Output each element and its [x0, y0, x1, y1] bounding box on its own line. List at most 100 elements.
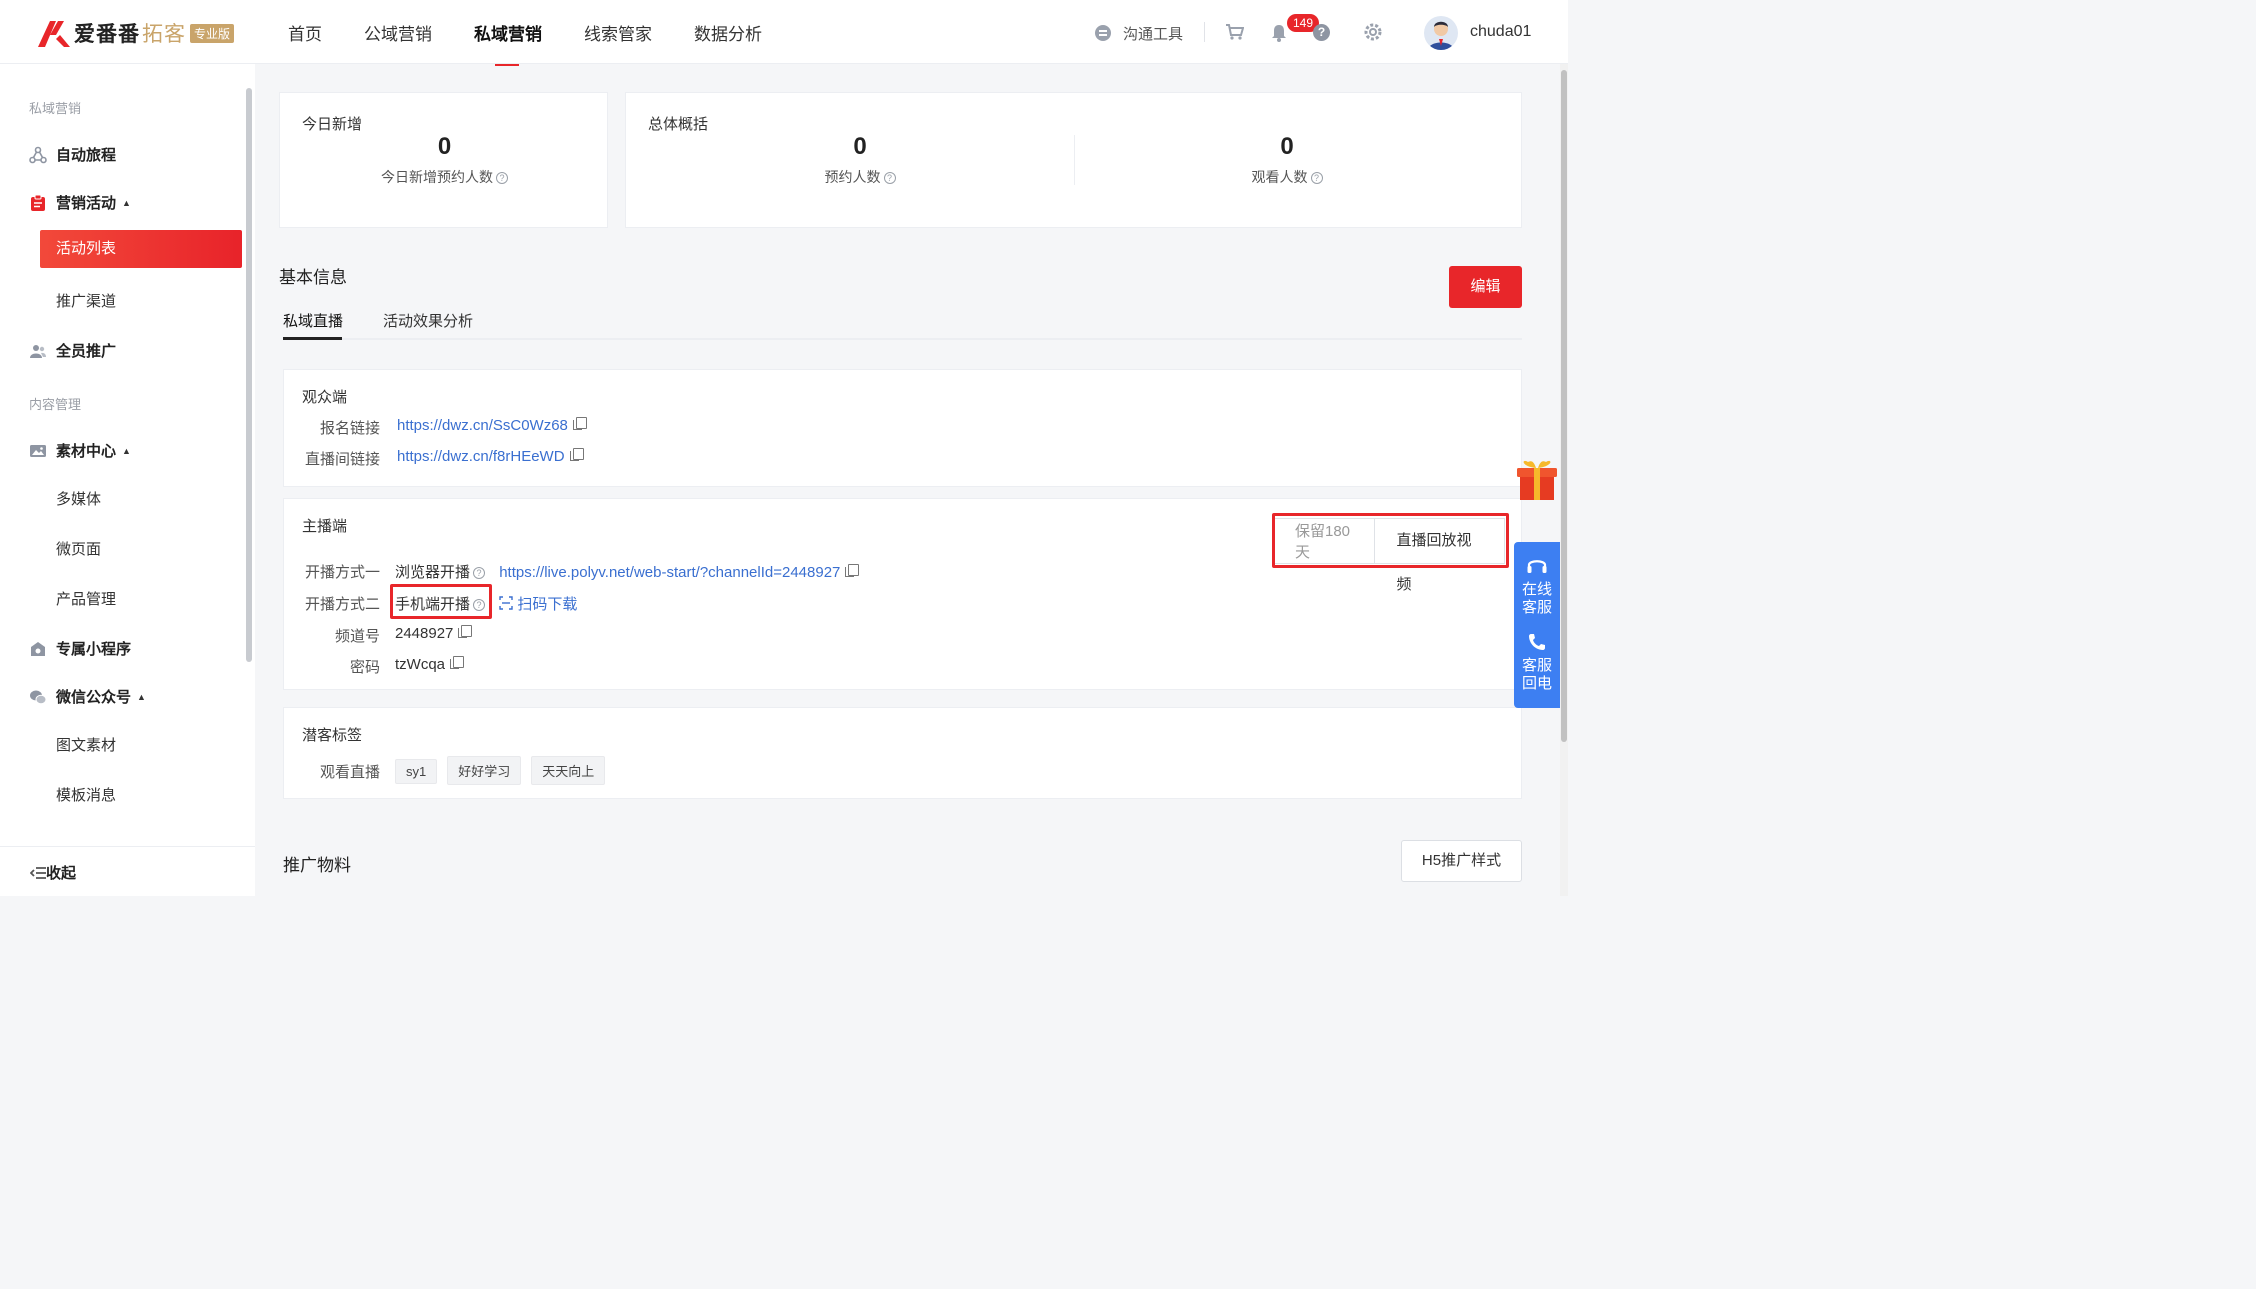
app-logo[interactable]: 爱番番 拓客 专业版 — [36, 16, 235, 50]
journey-icon — [29, 146, 47, 163]
password-row: tzWcqa — [395, 656, 465, 673]
sidebar-item-mini-program[interactable]: 专属小程序 — [29, 638, 131, 659]
copy-icon[interactable] — [572, 417, 587, 430]
help-icon[interactable]: ? — [1313, 24, 1330, 41]
question-icon[interactable]: ? — [473, 567, 486, 579]
sidebar-item-material-center[interactable]: 素材中心 ▲ — [29, 440, 131, 461]
sidebar-item-auto-journey[interactable]: 自动旅程 — [29, 144, 116, 165]
room-link-row: https://dwz.cn/f8rHEeWD — [397, 448, 584, 465]
sidebar-footer: 收起 — [0, 846, 255, 896]
sidebar-item-label: 全员推广 — [56, 343, 117, 360]
tab-bar: 私域直播 活动效果分析 — [283, 304, 1522, 340]
sidebar-item-label: 营销活动 — [56, 195, 117, 212]
sidebar-item-multimedia[interactable]: 多媒体 — [56, 488, 101, 509]
today-new-stat: 0 今日新增预约人数? — [280, 133, 609, 187]
overview-title: 总体概括 — [648, 116, 709, 133]
sidebar-item-activity-list[interactable]: 活动列表 — [40, 230, 242, 268]
brand-sub: 拓客 — [142, 23, 186, 46]
header-divider — [1204, 22, 1205, 42]
collapse-button[interactable]: 收起 — [30, 862, 76, 883]
host-title: 主播端 — [302, 518, 348, 535]
question-icon[interactable]: ? — [496, 172, 508, 184]
watch-label: 观看人数 — [1251, 169, 1308, 185]
sidebar-item-template-msg[interactable]: 模板消息 — [56, 784, 116, 805]
sidebar-item-product-mgmt[interactable]: 产品管理 — [56, 588, 116, 609]
communication-tool-label[interactable]: 沟通工具 — [1123, 23, 1183, 44]
watch-live-label: 观看直播 — [319, 764, 380, 781]
sidebar-item-all-staff[interactable]: 全员推广 — [29, 340, 116, 361]
main-content: 今日新增 0 今日新增预约人数? 总体概括 0 预约人数? 0 观看人数? 基本… — [255, 64, 1560, 896]
user-avatar[interactable] — [1424, 16, 1458, 50]
h5-style-button[interactable]: H5推广样式 — [1401, 840, 1522, 882]
copy-icon[interactable] — [450, 656, 465, 669]
scan-download-link[interactable]: 扫码下载 — [499, 596, 577, 613]
main-nav: 首页 公域营销 私域营销 线索管家 数据分析 — [288, 20, 804, 45]
tag-chip: 天天向上 — [531, 756, 606, 785]
online-service-button[interactable]: 在线客服 — [1514, 556, 1560, 617]
sidebar-section-private: 私域营销 — [29, 101, 82, 116]
gear-icon[interactable] — [1364, 23, 1382, 41]
cut-off-marker — [495, 64, 519, 66]
copy-icon[interactable] — [845, 564, 860, 577]
sidebar-item-micro-page[interactable]: 微页面 — [56, 538, 101, 559]
sidebar-scrollbar[interactable] — [246, 88, 252, 662]
channel-label: 频道号 — [334, 628, 380, 645]
signup-link-row: https://dwz.cn/SsC0Wz68 — [397, 417, 587, 434]
sidebar-item-promo-channel[interactable]: 推广渠道 — [56, 290, 116, 311]
active-tab-indicator — [283, 337, 342, 340]
cart-icon[interactable] — [1226, 24, 1244, 40]
question-icon[interactable]: ? — [883, 172, 896, 184]
signup-link[interactable]: https://dwz.cn/SsC0Wz68 — [397, 417, 568, 434]
sidebar-item-label: 微信公众号 — [56, 689, 132, 706]
nav-home[interactable]: 首页 — [288, 20, 322, 45]
tab-effect-analysis[interactable]: 活动效果分析 — [383, 310, 473, 331]
sidebar-section-content: 内容管理 — [29, 397, 82, 412]
chat-tool-icon[interactable] — [1095, 25, 1111, 41]
wechat-icon — [30, 690, 47, 704]
page-scrollbar[interactable] — [1560, 64, 1568, 896]
callback-button[interactable]: 客服回电 — [1514, 632, 1560, 693]
sidebar: 私域营销 自动旅程 营销活动 ▲ 活动列表 推广渠道 全员推广 内容管理 素材中… — [0, 64, 255, 896]
signup-link-label: 报名链接 — [319, 420, 380, 437]
bell-icon[interactable] — [1271, 24, 1287, 42]
pro-badge: 专业版 — [190, 23, 235, 43]
page-scrollbar-thumb[interactable] — [1561, 70, 1567, 742]
sidebar-item-marketing-activity[interactable]: 营销活动 ▲ — [29, 192, 131, 213]
watch-label-row: 观看人数? — [1074, 167, 1500, 187]
tag-chip: 好好学习 — [447, 756, 522, 785]
customer-service-panel: 在线客服 客服回电 — [1514, 542, 1560, 708]
copy-icon[interactable] — [569, 448, 584, 461]
username[interactable]: chuda01 — [1470, 23, 1531, 41]
image-icon — [30, 444, 46, 457]
reserve-value: 0 — [853, 133, 867, 160]
room-link[interactable]: https://dwz.cn/f8rHEeWD — [397, 448, 565, 465]
header-right: 沟通工具 149 ? chuda01 — [1008, 0, 1568, 64]
room-link-label: 直播间链接 — [304, 451, 380, 468]
method1-label: 开播方式一 — [304, 564, 380, 581]
collapse-icon — [30, 866, 46, 879]
caret-up-icon: ▲ — [137, 691, 146, 702]
activity-clipboard-icon — [31, 194, 45, 211]
nav-data-analysis[interactable]: 数据分析 — [694, 20, 762, 45]
nav-public-marketing[interactable]: 公域营销 — [364, 20, 432, 45]
reserve-label: 预约人数 — [824, 169, 881, 185]
online-service-label: 在线客服 — [1521, 581, 1552, 616]
gift-icon[interactable] — [1514, 456, 1560, 502]
scan-icon — [499, 596, 513, 610]
tab-private-live[interactable]: 私域直播 — [283, 310, 343, 331]
browser-start-link[interactable]: https://live.polyv.net/web-start/?channe… — [499, 564, 840, 581]
sidebar-item-article-material[interactable]: 图文素材 — [56, 734, 116, 755]
nav-lead-manager[interactable]: 线索管家 — [584, 20, 652, 45]
sidebar-item-wechat-official[interactable]: 微信公众号 ▲ — [29, 686, 146, 707]
mini-program-icon — [31, 641, 45, 656]
scan-download-label: 扫码下载 — [517, 596, 578, 613]
nav-private-marketing[interactable]: 私域营销 — [474, 20, 542, 45]
question-icon[interactable]: ? — [1310, 172, 1323, 184]
edit-button[interactable]: 编辑 — [1449, 266, 1522, 308]
copy-icon[interactable] — [458, 625, 473, 638]
avatar-person-icon — [1428, 21, 1454, 50]
audience-title: 观众端 — [302, 389, 348, 406]
today-new-label: 今日新增预约人数 — [381, 169, 493, 185]
collapse-label: 收起 — [46, 865, 77, 882]
tags-card: 潜客标签 观看直播 sy1 好好学习 天天向上 — [283, 707, 1522, 799]
